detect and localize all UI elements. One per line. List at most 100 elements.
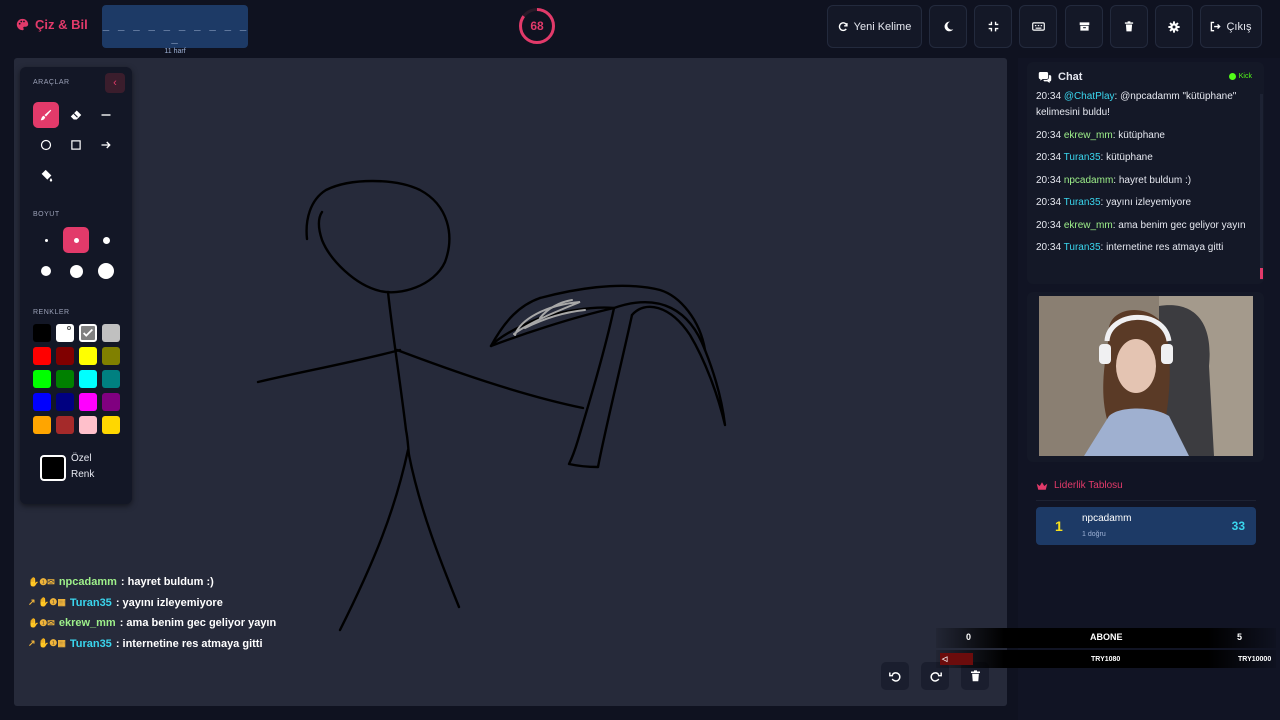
arrow-tool[interactable] xyxy=(93,132,119,158)
chevron-left-icon: ‹ xyxy=(113,77,117,89)
size-dot xyxy=(98,263,114,279)
fill-tool[interactable] xyxy=(33,162,59,188)
settings-button[interactable] xyxy=(1155,5,1193,48)
chat-panel: Chat Kick 20:34 @ChatPlay: @npcadamm "kü… xyxy=(1027,62,1264,284)
webcam-video xyxy=(1039,296,1253,456)
brush-tool[interactable] xyxy=(33,102,59,128)
platform-label: Kick xyxy=(1238,73,1252,80)
chat-message: 20:34 npcadamm: hayret buldum :) xyxy=(1036,173,1252,189)
eraser-tool[interactable] xyxy=(63,102,89,128)
word-display: _ _ _ _ _ _ _ _ _ _ _ 11 harf xyxy=(102,5,248,55)
color-swatch[interactable] xyxy=(79,393,97,411)
chat-user[interactable]: @ChatPlay xyxy=(1064,91,1115,102)
line-tool[interactable] xyxy=(93,102,119,128)
color-swatch[interactable] xyxy=(33,393,51,411)
color-swatch[interactable] xyxy=(102,416,120,434)
color-swatch[interactable] xyxy=(79,370,97,388)
overlay-chat-text: : internetine res atmaya gitti xyxy=(115,637,263,650)
chat-message: 20:34 Turan35: kütüphane xyxy=(1036,150,1252,166)
user-badges-icon: ✋❶✉ xyxy=(28,576,55,587)
color-swatch[interactable] xyxy=(56,347,74,365)
custom-color-label-line1: Özel xyxy=(71,453,92,464)
theme-toggle-button[interactable] xyxy=(929,5,967,48)
chat-user[interactable]: Turan35 xyxy=(1064,152,1101,163)
overlay-chat-text: : yayını izleyemiyore xyxy=(115,596,223,609)
keyboard-button[interactable] xyxy=(1019,5,1057,48)
chat-text: : ama benim gec geliyor yayın xyxy=(1112,219,1246,231)
size-dot xyxy=(73,237,79,243)
app-title: Çiz & Bil xyxy=(35,17,88,32)
online-dot-icon xyxy=(1228,73,1236,80)
app-logo[interactable]: Çiz & Bil xyxy=(16,17,88,32)
undo-icon xyxy=(888,671,900,682)
size-option-3[interactable] xyxy=(93,227,119,253)
eraser-icon xyxy=(70,110,82,120)
overlay-chat-line: ↗ ✋❶▦ Turan35: yayını izleyemiyore xyxy=(28,593,276,614)
size-option-1[interactable] xyxy=(33,227,59,253)
trash-icon xyxy=(1124,21,1134,32)
redo-icon xyxy=(930,671,942,682)
size-option-6[interactable] xyxy=(93,258,119,284)
chat-user[interactable]: ekrew_mm xyxy=(1064,130,1113,141)
color-swatch[interactable] xyxy=(102,370,120,388)
tools-panel: ARAÇLAR ‹ BOYUT RENKLER Özel Renk xyxy=(20,67,132,504)
chat-time: 20:34 xyxy=(1036,219,1062,231)
chat-user[interactable]: ekrew_mm xyxy=(1064,220,1113,231)
check-icon xyxy=(83,328,93,337)
paint-bucket-icon xyxy=(41,169,52,182)
word-hint: 11 harf xyxy=(164,48,186,55)
color-swatch[interactable] xyxy=(102,324,120,342)
custom-color-picker[interactable] xyxy=(40,455,66,481)
color-swatch[interactable] xyxy=(33,370,51,388)
color-swatch[interactable] xyxy=(33,324,51,342)
chat-scrollbar-thumb[interactable] xyxy=(1260,268,1263,279)
color-swatch[interactable] xyxy=(56,416,74,434)
leaderboard-correct-count: 1 doğru xyxy=(1082,531,1106,538)
exit-button[interactable]: Çıkış xyxy=(1200,5,1262,48)
color-swatch[interactable] xyxy=(33,416,51,434)
compress-icon xyxy=(988,21,998,32)
color-swatch[interactable] xyxy=(56,370,74,388)
timer-value: 68 xyxy=(530,19,544,33)
color-swatch[interactable] xyxy=(79,416,97,434)
overlay-chat-line: ↗ ✋❶▦ Turan35: internetine res atmaya git… xyxy=(28,634,276,655)
rectangle-tool[interactable] xyxy=(63,132,89,158)
archive-button[interactable] xyxy=(1065,5,1103,48)
color-swatch[interactable] xyxy=(56,393,74,411)
undo-button[interactable] xyxy=(881,662,909,690)
overlay-chat: ✋❶✉ npcadamm: hayret buldum :) ↗ ✋❶▦ Turan3… xyxy=(28,572,276,654)
color-swatch[interactable] xyxy=(56,324,74,342)
chat-user[interactable]: Turan35 xyxy=(1064,197,1101,208)
gear-icon xyxy=(1168,20,1180,33)
chat-text: : yayını izleyemiyore xyxy=(1100,197,1192,208)
collapse-tools-button[interactable]: ‹ xyxy=(105,73,125,93)
color-swatch[interactable] xyxy=(102,393,120,411)
overlay-chat-user: Turan35 xyxy=(69,596,112,609)
circle-tool[interactable] xyxy=(33,132,59,158)
new-word-button[interactable]: Yeni Kelime xyxy=(827,5,922,48)
size-dot xyxy=(102,236,110,244)
color-swatch[interactable] xyxy=(33,347,51,365)
fullscreen-exit-button[interactable] xyxy=(974,5,1012,48)
arrow-right-icon xyxy=(101,141,111,149)
top-bar: Çiz & Bil _ _ _ _ _ _ _ _ _ _ _ 11 harf … xyxy=(0,0,1280,55)
color-swatch[interactable] xyxy=(79,347,97,365)
chat-user[interactable]: npcadamm xyxy=(1064,175,1113,186)
leaderboard-score: 33 xyxy=(1231,519,1245,533)
overlay-chat-line: ✋❶✉ npcadamm: hayret buldum :) xyxy=(28,572,276,593)
size-option-4[interactable] xyxy=(33,258,59,284)
custom-color-label: Özel Renk xyxy=(71,451,94,483)
chat-messages[interactable]: 20:34 @ChatPlay: @npcadamm "kütüphane" k… xyxy=(1036,89,1252,263)
chat-user[interactable]: Turan35 xyxy=(1064,242,1101,253)
refresh-icon xyxy=(838,22,848,32)
clear-canvas-button[interactable] xyxy=(1110,5,1148,48)
user-badges-icon: ↗ ✋❶▦ xyxy=(28,638,66,649)
goal-current: 0 xyxy=(966,632,972,642)
color-swatch[interactable] xyxy=(102,347,120,365)
leaderboard-name: npcadamm xyxy=(1082,513,1132,524)
color-swatch[interactable] xyxy=(79,324,97,342)
chat-scrollbar[interactable] xyxy=(1260,94,1263,280)
user-badges-icon: ↗ ✋❶▦ xyxy=(28,597,66,608)
size-option-5[interactable] xyxy=(63,258,89,284)
size-option-2[interactable] xyxy=(63,227,89,253)
